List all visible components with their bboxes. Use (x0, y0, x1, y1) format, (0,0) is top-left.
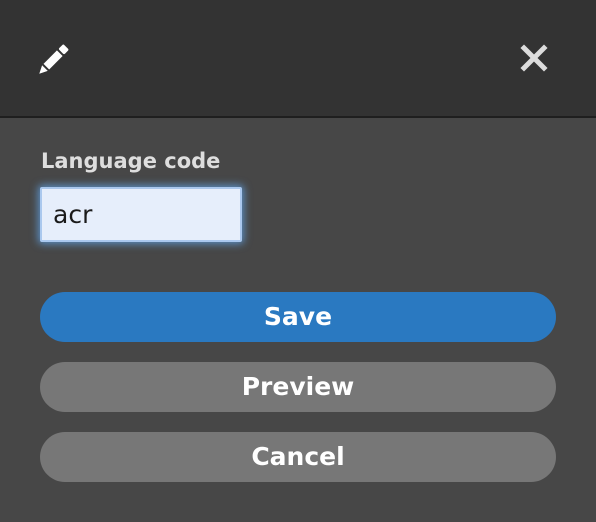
preview-button[interactable]: Preview (40, 362, 556, 412)
dialog-header (0, 0, 596, 118)
cancel-button[interactable]: Cancel (40, 432, 556, 482)
pencil-icon (33, 42, 71, 80)
language-code-label: Language code (41, 149, 221, 173)
language-code-input[interactable] (40, 187, 242, 242)
close-icon[interactable] (520, 44, 548, 72)
save-button[interactable]: Save (40, 292, 556, 342)
